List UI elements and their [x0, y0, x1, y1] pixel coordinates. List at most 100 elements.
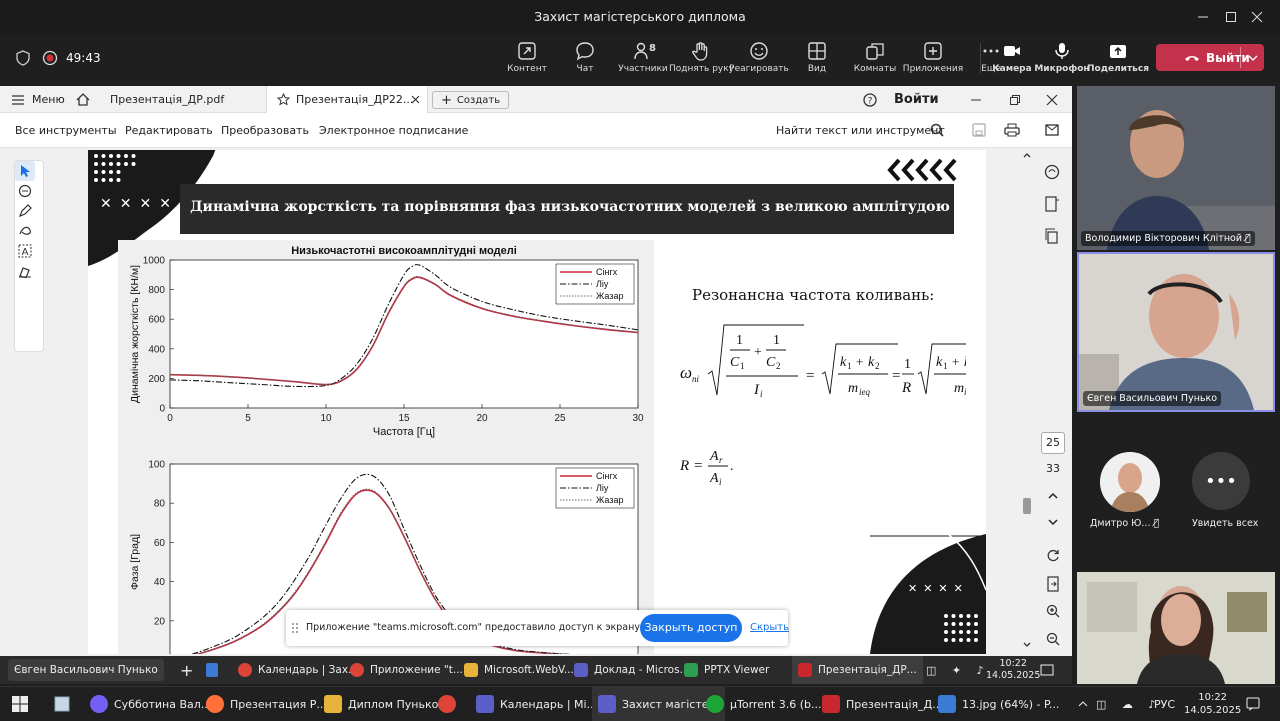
copy-pages-icon[interactable] — [1044, 228, 1060, 244]
select-cursor-icon[interactable] — [15, 161, 35, 181]
participant-count-badge: 8 — [649, 43, 656, 54]
convert-menu[interactable]: Преобразовать — [221, 124, 309, 137]
bookmark-icon[interactable] — [1044, 196, 1060, 212]
remote-taskbar-item[interactable]: Microsoft.WebV... — [464, 656, 574, 684]
search-icon[interactable] — [930, 123, 944, 137]
language-indicator[interactable]: РУС — [1154, 687, 1175, 721]
drag-handle-icon[interactable] — [292, 623, 298, 633]
smiley-icon — [750, 42, 768, 60]
tray-chevron-icon[interactable] — [1078, 687, 1088, 721]
remote-taskbar-label: PPTX Viewer — [704, 664, 770, 676]
pdf-minimize-button[interactable] — [970, 86, 982, 113]
toolbar-smiley-button[interactable]: Реагировать — [727, 41, 791, 74]
hide-link[interactable]: Скрыть — [750, 622, 789, 633]
participant-tile-active[interactable]: Євген Васильович Пунько — [1077, 252, 1275, 412]
plus-icon[interactable]: + — [180, 656, 193, 684]
y-tick-label: 200 — [148, 374, 165, 385]
edit-menu[interactable]: Редактировать — [125, 124, 213, 137]
taskbar-item[interactable]: Диплом Пунько — [324, 687, 438, 721]
toolbar-apps-plus-button[interactable]: Приложения — [901, 41, 965, 74]
start-button[interactable] — [12, 687, 28, 721]
participant-video — [1077, 572, 1275, 684]
taskbar-item[interactable]: µTorrent 3.6 (b... — [706, 687, 822, 721]
highlight-pen-icon[interactable] — [15, 201, 35, 221]
taskbar-item[interactable]: Субботина Вал... — [90, 687, 211, 721]
camera-icon — [1004, 46, 1020, 56]
scroll-down-icon[interactable] — [1022, 640, 1032, 650]
comment-icon[interactable] — [15, 181, 35, 201]
svg-text:A: A — [22, 247, 29, 258]
taskbar-item[interactable] — [438, 687, 462, 721]
mic-off-icon: 🎙̸ — [1245, 233, 1251, 244]
next-page-icon[interactable] — [1047, 517, 1059, 527]
more-participants-button[interactable]: ••• — [1192, 452, 1250, 510]
document-view[interactable]: A ✕✕✕✕ ✕✕✕✕ Динамічна жорсткість та порі… — [0, 148, 1072, 656]
signin-button[interactable]: Войти — [894, 86, 939, 113]
esign-menu[interactable]: Электронное подписание — [319, 124, 468, 137]
taskbar-item[interactable]: Презентация Р... — [206, 687, 327, 721]
tab-presentation-pdf[interactable]: Презентація_ДР.pdf — [110, 86, 224, 113]
stop-sharing-button[interactable]: Закрыть доступ — [640, 614, 742, 642]
notification-center-icon[interactable] — [1246, 687, 1260, 721]
notification-icon[interactable] — [1040, 656, 1054, 684]
close-tab-icon[interactable] — [411, 95, 420, 104]
help-icon[interactable]: ? — [863, 86, 877, 113]
mic-button[interactable]: Микрофон — [1030, 41, 1094, 74]
home-icon[interactable] — [76, 86, 90, 113]
vertical-scrollbar[interactable] — [1022, 150, 1032, 650]
toolbar-raise-hand-button[interactable]: Поднять руку — [669, 41, 734, 74]
share-tray-button[interactable]: Поделиться — [1086, 41, 1150, 74]
zoom-in-icon[interactable] — [1046, 604, 1060, 618]
file-explorer-icon[interactable] — [54, 687, 70, 721]
email-icon[interactable] — [1045, 124, 1059, 136]
scroll-thumb[interactable] — [1023, 498, 1031, 514]
toolbar-chat-button[interactable]: Чат — [553, 41, 617, 74]
formula-symbol: = — [694, 458, 702, 474]
pdf-icon — [822, 695, 840, 713]
page-number-input[interactable]: 25 — [1041, 432, 1065, 454]
menu-button[interactable]: Меню — [12, 86, 65, 113]
participant-name: Дмитро Ю... 🎙̸ — [1090, 518, 1159, 529]
x-tick-label: 15 — [398, 413, 410, 424]
toolbar-participants-button[interactable]: 8 Участники — [611, 41, 675, 74]
participant-tile[interactable]: Володимир Вікторович Клітной 🎙̸ — [1077, 86, 1275, 250]
see-all-label[interactable]: Увидеть всех — [1192, 518, 1258, 529]
taskbar-item[interactable]: 13.jpg (64%) - P... — [938, 687, 1059, 721]
taskbar-item[interactable]: Календарь | Mi... — [476, 687, 597, 721]
ratio-formula: R = A rA i. — [679, 449, 734, 487]
taskbar-item[interactable]: Презентація_Д... — [822, 687, 943, 721]
all-tools-menu[interactable]: Все инструменты — [15, 124, 117, 137]
ai-assistant-icon[interactable] — [1044, 164, 1060, 180]
chevron-down-icon[interactable] — [1248, 55, 1258, 61]
close-window-button[interactable] — [1234, 0, 1280, 33]
toolbar-share-content-button[interactable]: Контент — [495, 41, 559, 74]
print-icon[interactable] — [1004, 123, 1020, 137]
pdf-close-button[interactable] — [1046, 86, 1058, 113]
participant-tile[interactable] — [1077, 572, 1275, 684]
sign-icon[interactable] — [15, 261, 35, 281]
prev-page-icon[interactable] — [1047, 491, 1059, 501]
extract-icon[interactable] — [1046, 576, 1060, 592]
remote-taskbar-item[interactable]: Доклад - Micros... — [574, 656, 690, 684]
rotate-icon[interactable] — [1046, 548, 1060, 562]
decor-crosses: ✕✕✕✕ — [100, 196, 179, 212]
toolbar-rooms-button[interactable]: Комнаты — [843, 41, 907, 74]
meeting-toolbar: 49:43 Контент Чат 8 Участники Поднять руку Ре… — [0, 33, 1280, 85]
draw-icon[interactable] — [15, 221, 35, 241]
remote-taskbar-item[interactable]: Календарь | Зах... — [238, 656, 358, 684]
toolbar-view-grid-button[interactable]: Вид — [785, 41, 849, 74]
tab-presentation-active[interactable]: Презентація_ДР22... — [266, 86, 428, 113]
leave-button[interactable]: Выйти — [1156, 44, 1264, 71]
system-clock[interactable]: 10:22 14.05.2025 — [1184, 691, 1241, 717]
pdf-restore-button[interactable] — [1009, 86, 1021, 113]
remote-taskbar-item[interactable]: Приложение "t... — [350, 656, 463, 684]
remote-taskbar-item[interactable]: Презентація_ДР... — [792, 656, 923, 684]
scroll-up-icon[interactable] — [1022, 150, 1032, 160]
remote-taskbar-item[interactable]: PPTX Viewer — [684, 656, 769, 684]
text-box-icon[interactable]: A — [15, 241, 35, 261]
calculator-icon[interactable] — [206, 663, 218, 677]
find-tool-input[interactable]: Найти текст или инструмент — [776, 124, 945, 137]
zoom-out-icon[interactable] — [1046, 632, 1060, 646]
create-button[interactable]: + Создать — [432, 91, 510, 109]
save-icon[interactable] — [972, 123, 986, 137]
